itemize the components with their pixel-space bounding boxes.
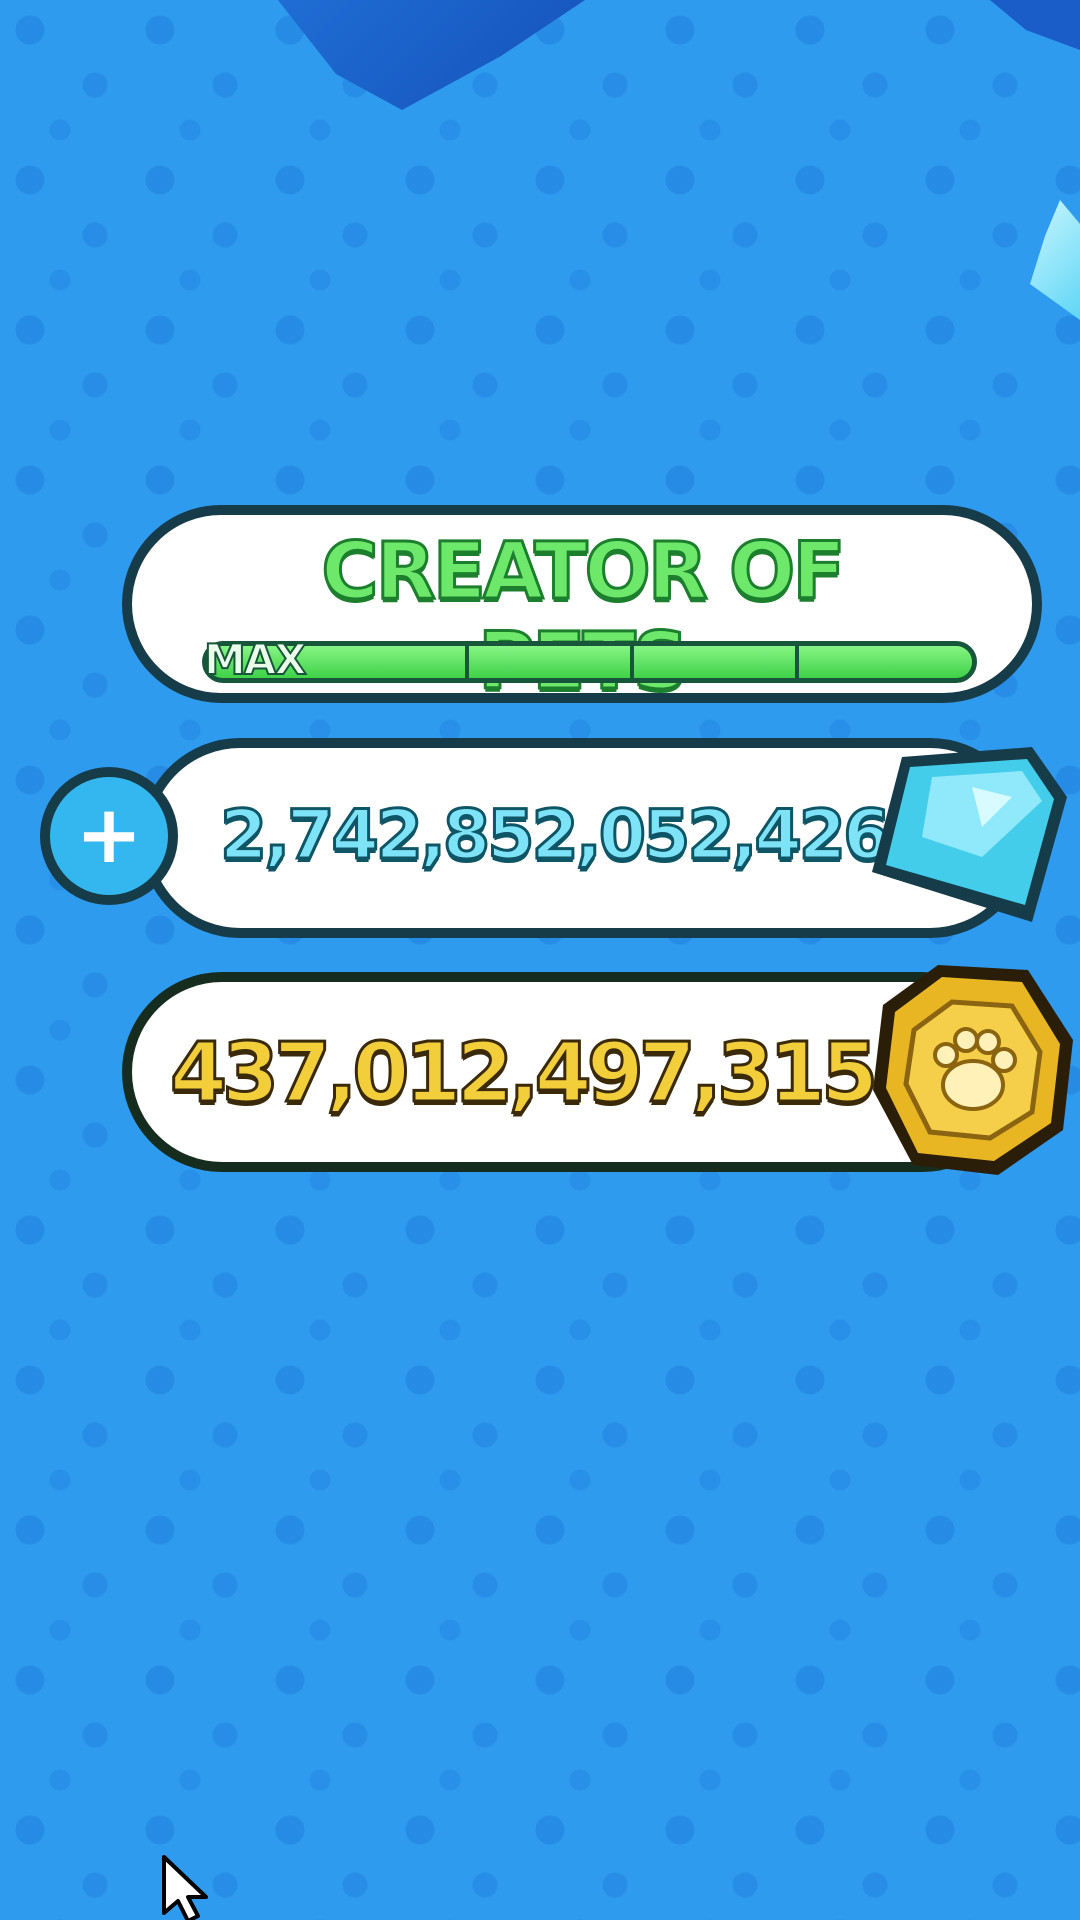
rank-progress-divider bbox=[795, 646, 799, 678]
diamond-icon bbox=[872, 747, 1067, 922]
rank-panel: CREATOR OF PETS MAX bbox=[122, 505, 1042, 709]
paw-coin-icon bbox=[873, 965, 1073, 1175]
rank-progress-divider bbox=[630, 646, 634, 678]
mouse-cursor-icon bbox=[162, 1855, 208, 1920]
rank-progress-fill bbox=[207, 646, 972, 678]
rank-progress-bar bbox=[202, 641, 977, 683]
add-gems-button[interactable]: + bbox=[40, 767, 178, 905]
rank-progress-divider bbox=[465, 646, 469, 678]
plus-icon: + bbox=[50, 777, 168, 895]
rank-max-label: MAX bbox=[203, 634, 308, 685]
gems-value: 2,742,852,052,426 bbox=[218, 795, 891, 877]
coins-value: 437,012,497,315 bbox=[168, 1025, 879, 1123]
